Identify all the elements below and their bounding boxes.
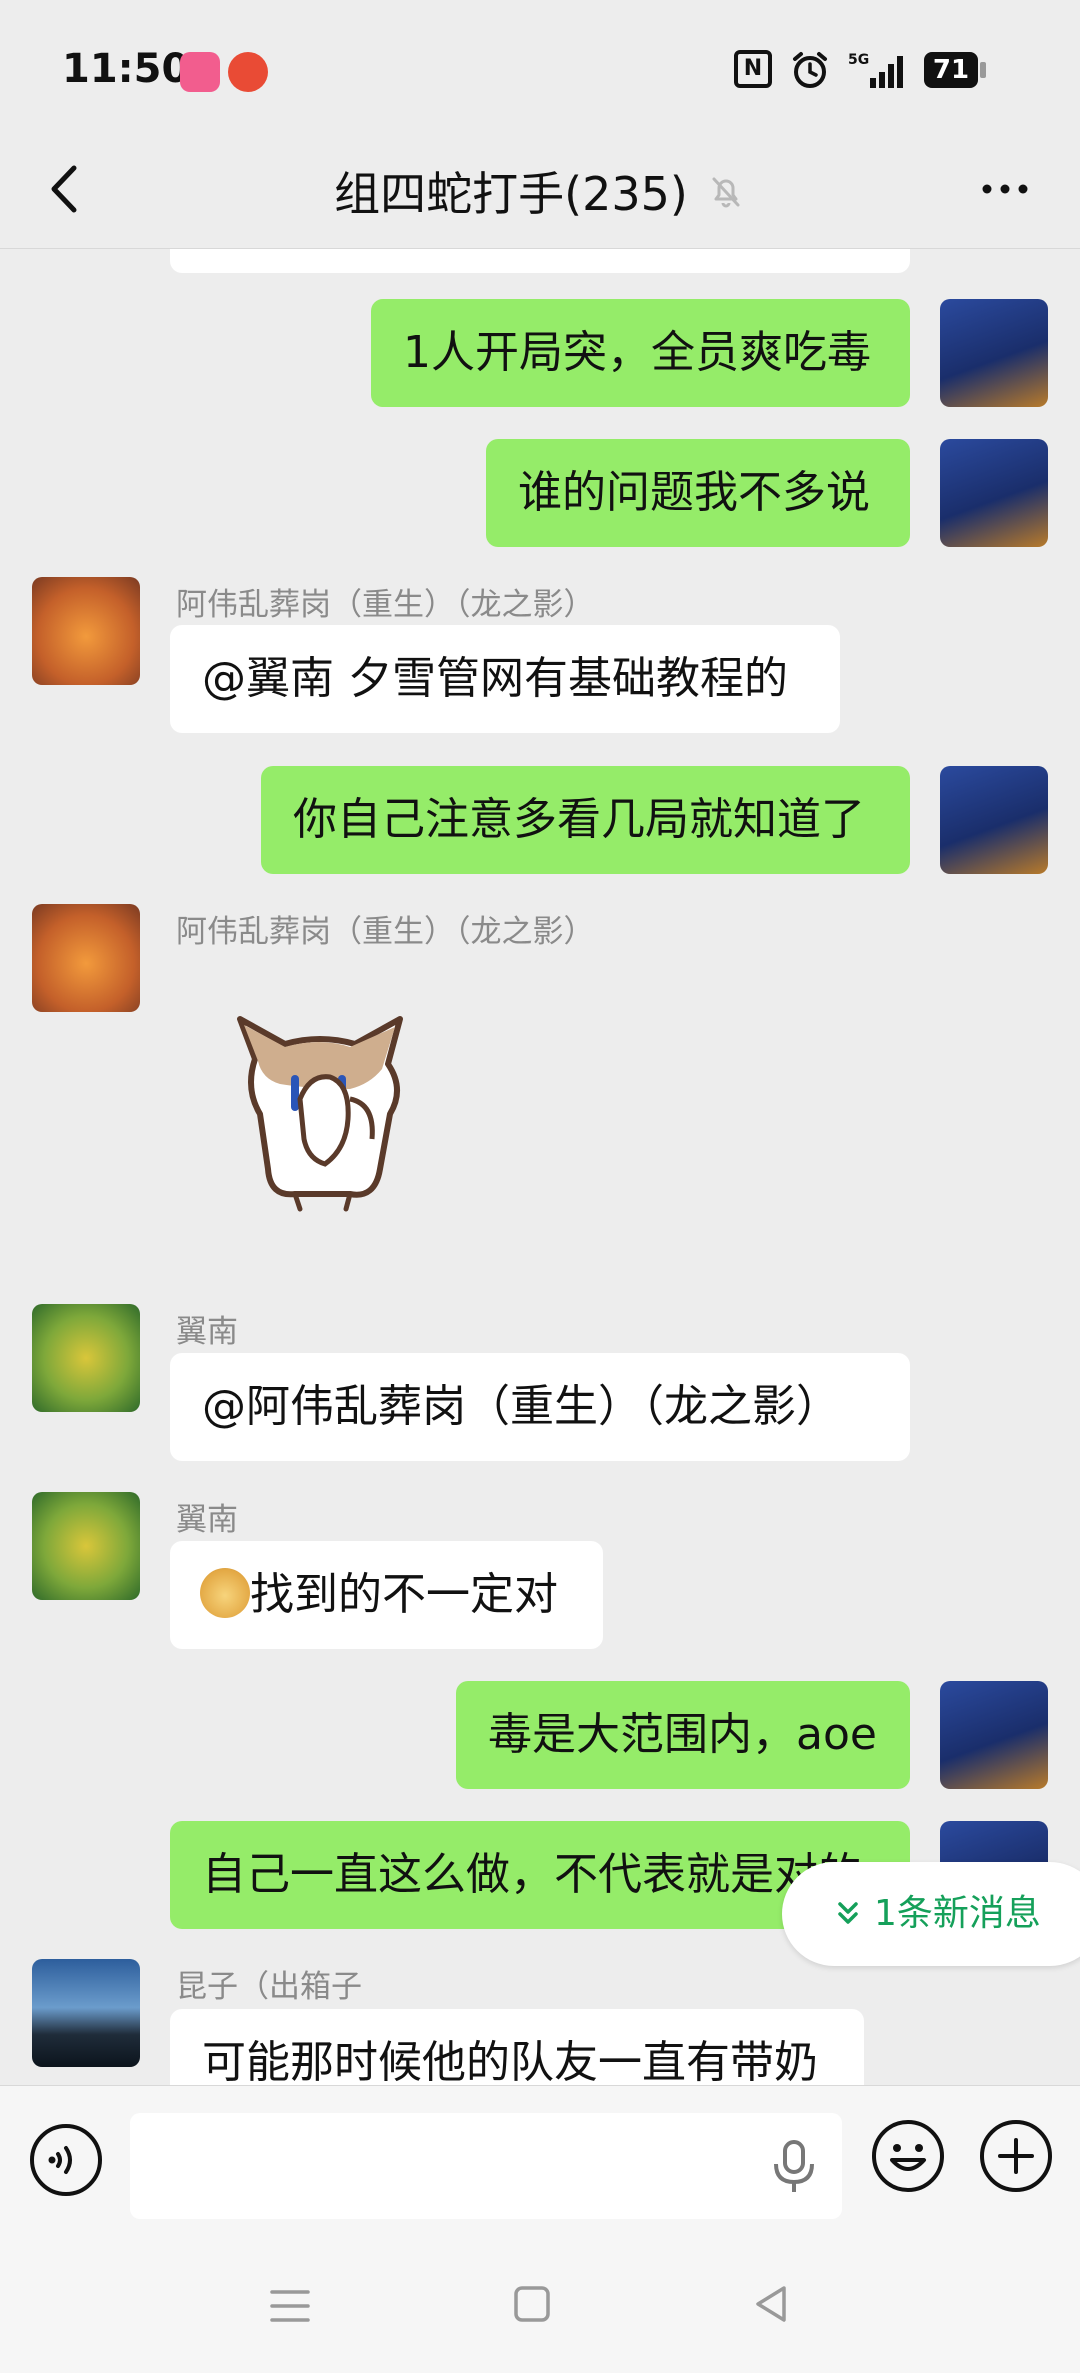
my-avatar[interactable] (940, 299, 1048, 407)
sender-avatar[interactable] (32, 1304, 140, 1412)
clock: 11:50 (62, 46, 190, 92)
signal-icon: 5G (848, 50, 908, 90)
sender-avatar[interactable] (32, 1492, 140, 1600)
battery-level: 71 (924, 52, 978, 88)
sender-name: 阿伟乱葬岗（重生）（龙之影） (176, 914, 595, 950)
message-bubble[interactable]: @阿伟乱葬岗（重生）（龙之影） (170, 1353, 910, 1461)
my-message-bubble[interactable]: 谁的问题我不多说 (486, 439, 910, 547)
alarm-icon (793, 52, 827, 88)
sender-name: 昆子（出箱子 (176, 1969, 362, 2005)
cat-covering-mouth-sticker[interactable] (200, 989, 440, 1229)
chat-header: 组四蛇打手(235) (0, 130, 1080, 249)
input-bar (0, 2085, 1080, 2236)
sender-avatar[interactable] (32, 1959, 140, 2067)
my-message-bubble[interactable]: 毒是大范围内，aoe (456, 1681, 910, 1789)
my-message-bubble[interactable]: 1人开局突，全员爽吃毒 (371, 299, 910, 407)
sender-name: 阿伟乱葬岗（重生）（龙之影） (176, 587, 595, 623)
bilibili-app-icon (180, 52, 220, 92)
nav-back-icon[interactable] (750, 2282, 794, 2326)
battery-icon: 71 (924, 50, 990, 90)
sender-name: 翼南 (176, 1314, 238, 1350)
my-avatar[interactable] (940, 439, 1048, 547)
nfc-icon: N (734, 50, 772, 88)
message-input[interactable] (130, 2113, 842, 2219)
emoji-icon[interactable] (870, 2118, 946, 2194)
sender-avatar[interactable] (32, 904, 140, 1012)
sender-name: 翼南 (176, 1502, 238, 1538)
plus-icon[interactable] (978, 2118, 1054, 2194)
title-area: 组四蛇打手(235) (0, 158, 1080, 224)
sender-avatar[interactable] (32, 577, 140, 685)
new-message-label: 1条新消息 (874, 1893, 1041, 1934)
recent-apps-icon[interactable] (268, 2286, 312, 2326)
message-bubble[interactable]: @翼南 夕雪管网有基础教程的 (170, 625, 840, 733)
my-avatar[interactable] (940, 766, 1048, 874)
my-message-bubble[interactable]: 你自己注意多看几局就知道了 (261, 766, 910, 874)
network-type-label: 5G (848, 52, 869, 68)
double-chevron-down-icon (838, 1902, 858, 1924)
more-dots-icon[interactable] (970, 154, 1040, 224)
home-icon[interactable] (512, 2284, 552, 2324)
my-avatar[interactable] (940, 1681, 1048, 1789)
message-bubble[interactable]: 找到的不一定对 (170, 1541, 603, 1649)
page-title: 组四蛇打手(235) (334, 167, 688, 221)
microphone-icon[interactable] (768, 2138, 820, 2194)
system-nav-bar (0, 2236, 1080, 2373)
message-list[interactable]: 1人开局突，全员爽吃毒 谁的问题我不多说 阿伟乱葬岗（重生）（龙之影） @翼南 … (0, 249, 1080, 2085)
new-message-button[interactable]: 1条新消息 (782, 1862, 1080, 1966)
voice-toggle-icon[interactable] (28, 2122, 104, 2198)
message-bubble-partial (170, 249, 910, 273)
doge-emoji (200, 1568, 250, 1618)
notification-app-icon (228, 52, 268, 92)
status-bar: 11:50 N 5G 71 (0, 0, 1080, 130)
message-bubble[interactable]: 可能那时候他的队友一直有带奶 (170, 2009, 864, 2085)
bell-off-icon (712, 177, 740, 208)
message-text: 找到的不一定对 (250, 1569, 558, 1620)
